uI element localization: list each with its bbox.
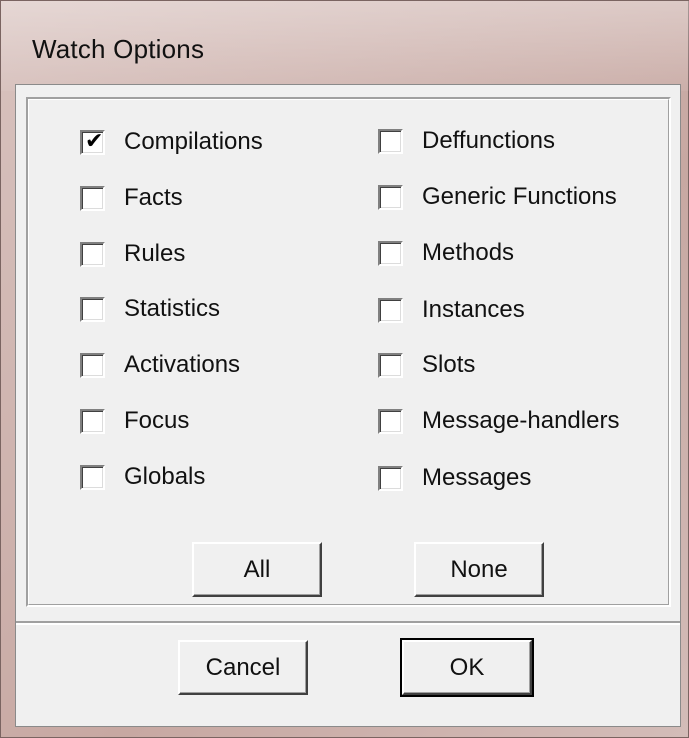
checkbox-rules[interactable]: Rules	[80, 238, 185, 270]
checkbox-activations[interactable]: Activations	[80, 349, 240, 381]
watch-options-group: ✔ Compilations Facts Rules Statistics Ac…	[26, 97, 671, 607]
checkbox-box[interactable]	[80, 241, 105, 267]
checkbox-compilations[interactable]: ✔ Compilations	[80, 126, 263, 158]
checkbox-box[interactable]	[80, 296, 105, 322]
checkbox-box[interactable]	[378, 184, 403, 210]
checkbox-box[interactable]	[80, 352, 105, 378]
all-button[interactable]: All	[192, 542, 322, 597]
checkbox-label: Message-handlers	[422, 407, 620, 434]
ok-button[interactable]: OK	[400, 638, 534, 697]
checkmark-icon: ✔	[85, 128, 104, 154]
checkbox-label: Messages	[422, 464, 532, 491]
checkbox-box[interactable]	[80, 185, 105, 211]
checkbox-label: Slots	[422, 351, 476, 378]
checkbox-message-handlers[interactable]: Message-handlers	[378, 405, 619, 437]
checkbox-facts[interactable]: Facts	[80, 182, 183, 214]
watch-options-dialog: Watch Options ✔ Compilations Facts Rules…	[0, 0, 689, 738]
checkbox-slots[interactable]: Slots	[378, 349, 475, 381]
checkbox-label: Methods	[422, 239, 515, 266]
checkbox-box[interactable]	[378, 128, 403, 154]
checkbox-label: Compilations	[124, 128, 263, 155]
checkbox-generic-functions[interactable]: Generic Functions	[378, 181, 617, 213]
checkbox-box[interactable]	[378, 352, 403, 378]
checkbox-deffunctions[interactable]: Deffunctions	[378, 125, 555, 157]
checkbox-box[interactable]	[80, 464, 105, 490]
dialog-title: Watch Options	[32, 34, 205, 64]
checkbox-focus[interactable]: Focus	[80, 405, 189, 437]
checkbox-methods[interactable]: Methods	[378, 237, 514, 269]
checkbox-label: Generic Functions	[422, 183, 617, 210]
checkbox-label: Statistics	[124, 295, 221, 322]
checkbox-box[interactable]	[80, 408, 105, 434]
checkbox-instances[interactable]: Instances	[378, 294, 525, 326]
button-separator	[16, 621, 680, 625]
checkbox-box[interactable]	[378, 408, 403, 434]
checkbox-messages[interactable]: Messages	[378, 462, 531, 494]
checkbox-label: Focus	[124, 407, 190, 434]
checkbox-label: Facts	[124, 184, 183, 211]
checkbox-box[interactable]	[378, 465, 403, 491]
checkbox-label: Globals	[124, 463, 206, 490]
checkbox-globals[interactable]: Globals	[80, 461, 205, 493]
dialog-client-area: ✔ Compilations Facts Rules Statistics Ac…	[15, 84, 681, 727]
none-button[interactable]: None	[414, 542, 544, 597]
checkbox-label: Rules	[124, 240, 186, 267]
checkbox-label: Activations	[124, 351, 241, 378]
checkbox-box[interactable]: ✔	[80, 128, 105, 155]
checkbox-box[interactable]	[378, 297, 403, 323]
checkbox-statistics[interactable]: Statistics	[80, 293, 220, 325]
checkbox-box[interactable]	[378, 240, 403, 266]
cancel-button[interactable]: Cancel	[178, 640, 308, 695]
checkbox-label: Deffunctions	[422, 127, 555, 154]
checkbox-label: Instances	[422, 296, 525, 323]
